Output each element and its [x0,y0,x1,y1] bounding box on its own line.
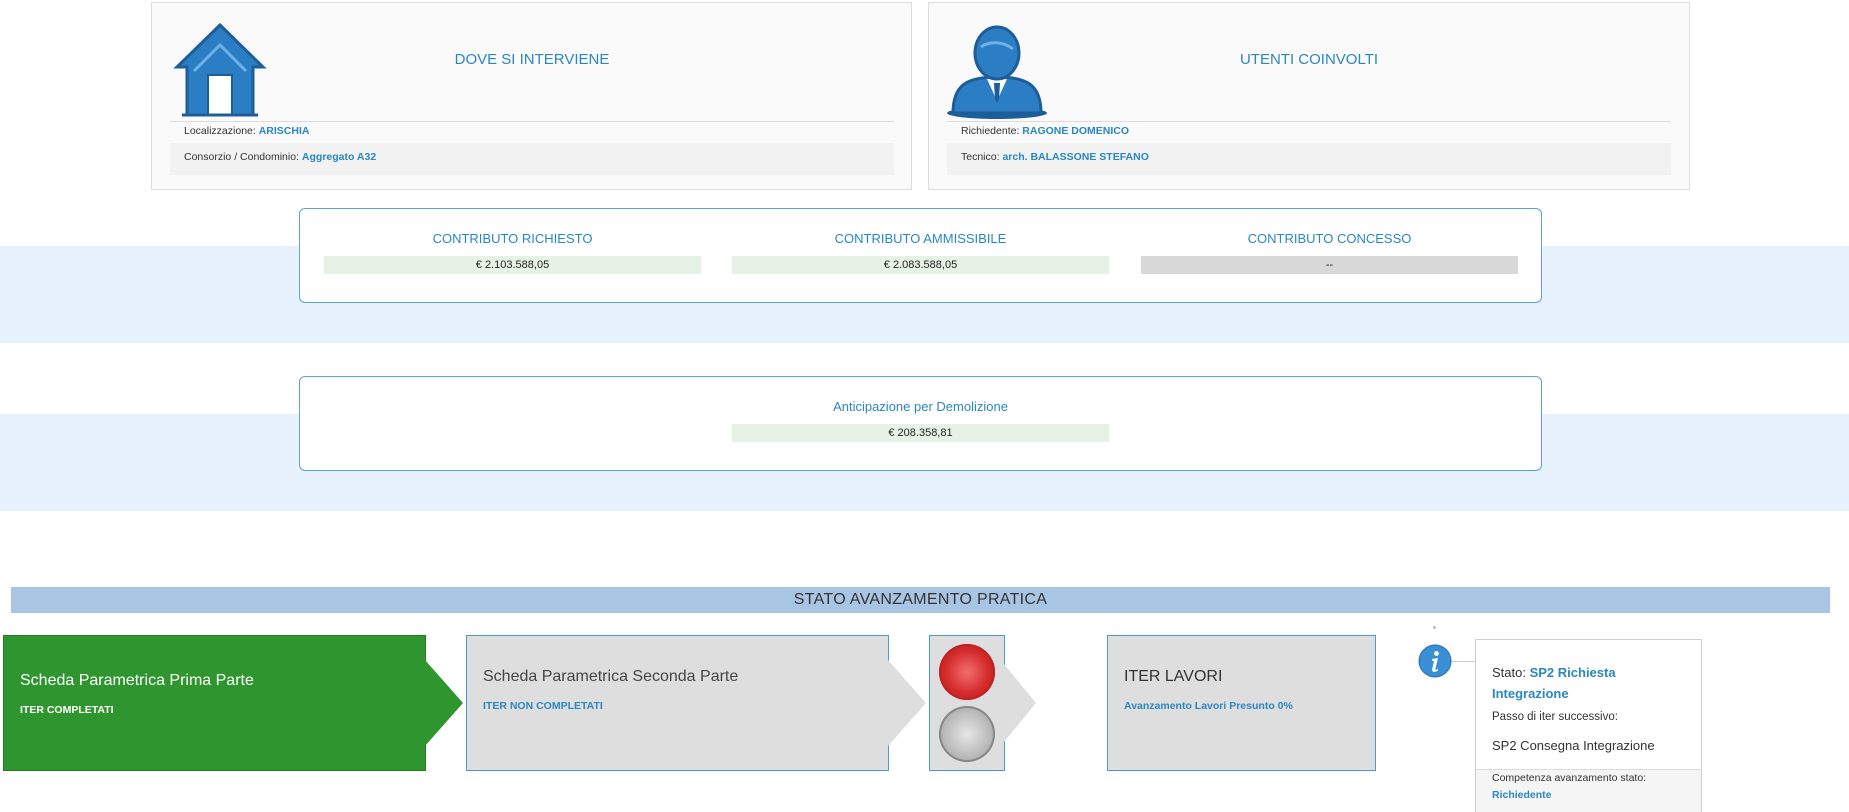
contributo-ammissibile-label: CONTRIBUTO AMMISSIBILE [834,231,1007,246]
traffic-light-red [939,644,995,700]
localizzazione-value: ARISCHIA [258,125,310,137]
richiedente-value: RAGONE DOMENICO [1022,125,1130,137]
info-dot [1433,626,1436,629]
localizzazione-label: Localizzazione: [184,125,256,137]
utenti-coinvolti-card: UTENTI COINVOLTI Richiedente: RAGONE DOM… [928,2,1690,190]
step2-arrow [888,660,926,746]
user-icon [947,25,1047,119]
stato-value-line2: Integrazione [1492,686,1569,701]
stato-info-panel: Stato: SP2 Richiesta Integrazione Passo … [1475,639,1702,812]
contributi-box: CONTRIBUTO RICHIESTO € 2.103.588,05 CONT… [299,208,1542,303]
traffic-light [929,635,1005,771]
step-scheda-seconda-parte[interactable]: Scheda Parametrica Seconda Parte ITER NO… [466,635,889,771]
step3-title: ITER LAVORI [1124,668,1223,685]
step2-title: Scheda Parametrica Seconda Parte [483,668,739,685]
richiedente-row: Richiedente: RAGONE DOMENICO [961,125,1129,137]
step1-subtitle: ITER COMPLETATI [20,704,114,716]
traffic-light-gray [939,706,995,762]
contributo-concesso-value: -- [1141,256,1518,274]
step-scheda-prima-parte[interactable]: Scheda Parametrica Prima Parte ITER COMP… [3,635,426,771]
localizzazione-row: Localizzazione: ARISCHIA [184,125,309,137]
anticipazione-box: Anticipazione per Demolizione € 208.358,… [299,376,1542,471]
info-connector [1450,661,1476,662]
step-iter-lavori[interactable]: ITER LAVORI Avanzamento Lavori Presunto … [1107,635,1376,771]
step1-arrow [425,660,463,746]
consorzio-row: Consorzio / Condominio: Aggregato A32 [184,151,376,163]
tecnico-row: Tecnico: arch. BALASSONE STEFANO [961,151,1149,163]
dove-si-interviene-card: DOVE SI INTERVIENE Localizzazione: ARISC… [151,2,912,190]
contributo-concesso-label: CONTRIBUTO CONCESSO [1247,231,1412,246]
dove-title: DOVE SI INTERVIENE [454,51,610,68]
stato-value-line1: SP2 Richiesta [1529,665,1616,680]
consorzio-value: Aggregato A32 [301,151,377,163]
anticipazione-label: Anticipazione per Demolizione [833,399,1008,414]
traffic-arrow [1004,664,1036,742]
consorzio-label: Consorzio / Condominio: [184,151,299,163]
passo-value: SP2 Consegna Integrazione [1492,738,1655,753]
stato-row: Stato: SP2 Richiesta Integrazione [1492,662,1616,704]
contributo-richiesto-value: € 2.103.588,05 [324,256,701,274]
step1-title: Scheda Parametrica Prima Parte [20,672,254,689]
tecnico-value: arch. BALASSONE STEFANO [1002,151,1149,163]
tecnico-label: Tecnico: [961,151,1000,163]
stato-label: Stato: [1492,665,1526,680]
competenza-label: Competenza avanzamento stato: [1492,772,1647,784]
stato-avanzamento-header: STATO AVANZAMENTO PRATICA [11,587,1830,613]
divider [170,121,894,122]
step2-subtitle: ITER NON COMPLETATI [483,700,603,712]
divider [947,121,1671,122]
contributo-ammissibile-value: € 2.083.588,05 [732,256,1109,274]
passo-label: Passo di iter successivo: [1492,711,1618,723]
house-icon [173,22,267,117]
anticipazione-value: € 208.358,81 [732,424,1109,442]
competenza-value: Richiedente [1492,789,1552,801]
info-icon[interactable] [1418,644,1452,678]
step3-subtitle: Avanzamento Lavori Presunto 0% [1124,700,1293,712]
utenti-title: UTENTI COINVOLTI [1239,51,1379,68]
richiedente-label: Richiedente: [961,125,1020,137]
contributo-richiesto-label: CONTRIBUTO RICHIESTO [432,231,593,246]
